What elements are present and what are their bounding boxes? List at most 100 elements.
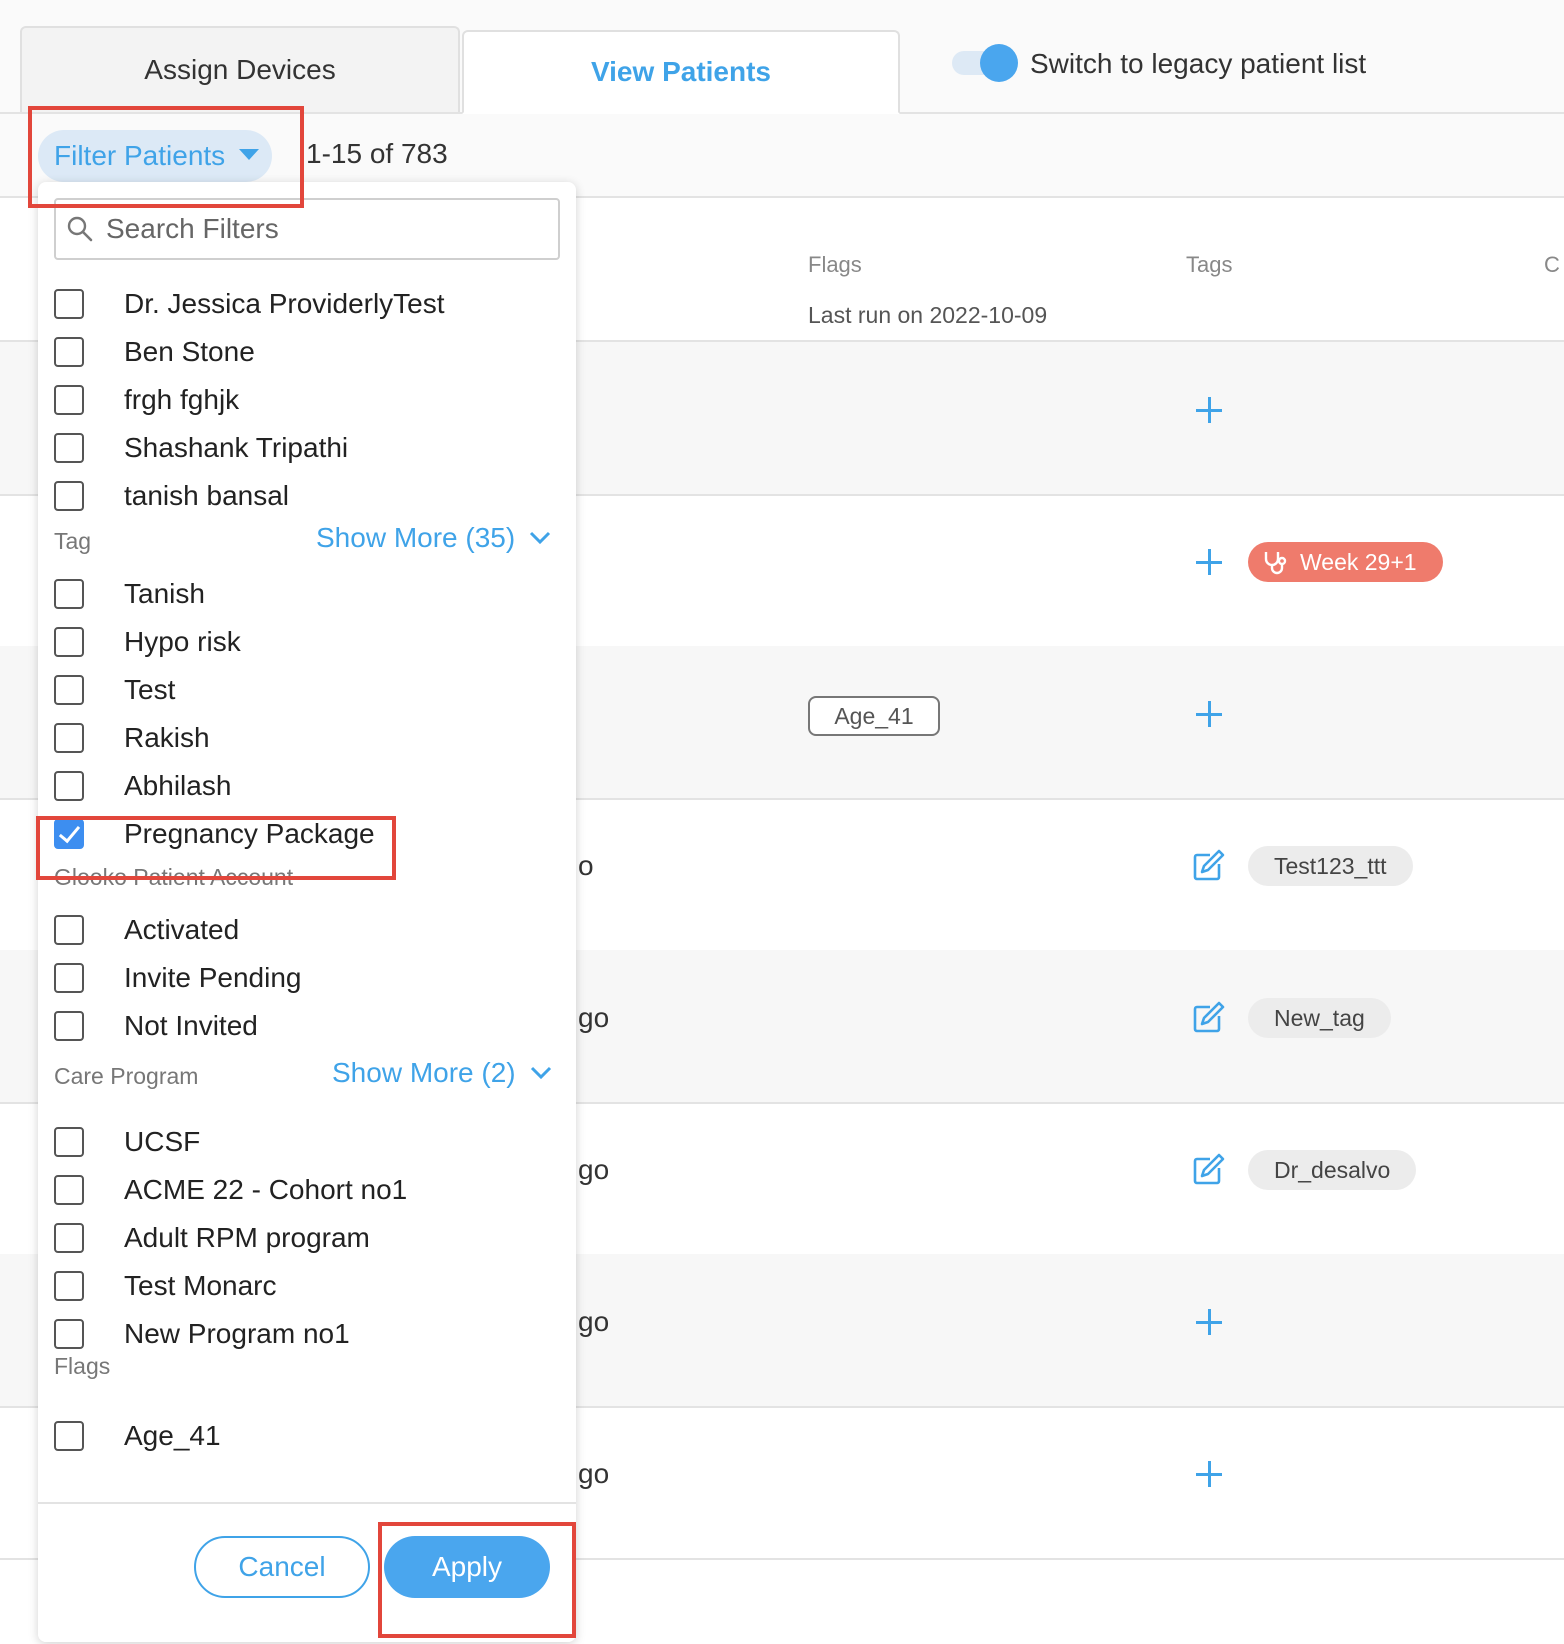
filter-option-label: Rakish [124,722,210,753]
add-tag-icon[interactable] [1196,1461,1222,1487]
chevron-down-icon [530,531,551,545]
checkbox[interactable] [54,627,84,657]
checkbox[interactable] [54,1223,84,1253]
last-sync-text: o [578,850,594,881]
checkbox[interactable] [54,579,84,609]
filter-option-label: New Program no1 [124,1318,350,1349]
checkbox[interactable] [54,963,84,993]
filter-option-label: Test Monarc [124,1270,277,1301]
checkbox[interactable] [54,675,84,705]
pregnancy-tag-chip[interactable]: Week 29+1 [1248,542,1443,582]
tag-show-more-label: Show More (35) [316,522,516,553]
filter-option[interactable]: Rakish [54,718,210,758]
legacy-toggle-label: Switch to legacy patient list [1030,48,1367,79]
checkbox[interactable] [54,1319,84,1349]
tag-label: Week 29+1 [1300,548,1417,575]
tag-label: Dr_desalvo [1274,1156,1391,1183]
filter-option[interactable]: Pregnancy Package [54,814,375,854]
last-sync-text: go [578,1002,610,1033]
filter-option[interactable]: Age_41 [54,1416,221,1456]
checkbox-checked[interactable] [54,819,84,849]
filter-option[interactable]: tanish bansal [54,476,289,516]
filter-option[interactable]: frgh fghjk [54,380,239,420]
pagination-count: 1-15 of 783 [306,138,448,169]
filter-option-label: Not Invited [124,1010,258,1041]
checkbox[interactable] [54,289,84,319]
search-filters-input[interactable] [104,212,528,246]
edit-tags-icon[interactable] [1192,1000,1226,1034]
filter-option-label: Dr. Jessica ProviderlyTest [124,288,445,319]
filter-option[interactable]: Dr. Jessica ProviderlyTest [54,284,445,324]
filter-option-label: tanish bansal [124,480,290,511]
add-tag-icon[interactable] [1196,701,1222,727]
checkbox[interactable] [54,481,84,511]
filter-option[interactable]: Not Invited [54,1006,258,1046]
column-header-more[interactable]: C [1544,252,1560,278]
tag-show-more[interactable]: Show More (35) [316,522,551,554]
checkbox[interactable] [54,337,84,367]
tag-section-title: Tag [54,528,92,554]
add-tag-icon[interactable] [1196,549,1222,575]
checkbox[interactable] [54,385,84,415]
filter-option-label: Abhilash [124,770,232,801]
flags-section-title: Flags [54,1353,111,1379]
care-program-show-more-label: Show More (2) [332,1057,516,1088]
legacy-list-toggle[interactable] [952,44,1020,82]
filter-option-label: Ben Stone [124,336,255,367]
filter-option[interactable]: Ben Stone [54,332,255,372]
search-icon [67,216,93,242]
add-tag-icon[interactable] [1196,1309,1222,1335]
add-tag-icon[interactable] [1196,397,1222,423]
filter-option-label: Pregnancy Package [124,818,375,849]
chevron-down-icon [530,1066,551,1080]
tag-chip[interactable]: Test123_ttt [1248,846,1413,886]
checkbox[interactable] [54,1421,84,1451]
filter-dropdown: Dr. Jessica ProviderlyTest Ben Stone frgh … [38,182,576,1642]
toggle-knob [980,44,1018,82]
checkbox[interactable] [54,915,84,945]
filter-option[interactable]: Activated [54,910,239,950]
tag-label: New_tag [1274,1004,1365,1031]
tab-assign-devices[interactable]: Assign Devices [20,26,460,112]
filter-option-label: Tanish [124,578,205,609]
last-sync-text: go [578,1458,610,1489]
filter-option[interactable]: New Program no1 [54,1314,350,1354]
filter-option[interactable]: Hypo risk [54,622,241,662]
filter-option[interactable]: ACME 22 - Cohort no1 [54,1170,407,1210]
search-filters-box[interactable] [54,198,560,260]
edit-tags-icon[interactable] [1192,848,1226,882]
filter-option[interactable]: Invite Pending [54,958,301,998]
filter-option-label: Hypo risk [124,626,241,657]
care-program-show-more[interactable]: Show More (2) [332,1057,552,1089]
tab-view-patients[interactable]: View Patients [462,30,900,114]
column-header-tags[interactable]: Tags [1186,252,1232,278]
checkbox[interactable] [54,1175,84,1205]
filter-option[interactable]: Abhilash [54,766,231,806]
filter-patients-label: Filter Patients [54,140,226,171]
checkbox[interactable] [54,1271,84,1301]
cancel-button[interactable]: Cancel [194,1536,370,1598]
filter-option[interactable]: Test [54,670,175,710]
checkbox[interactable] [54,1127,84,1157]
column-header-flags[interactable]: Flags [808,252,862,278]
checkbox[interactable] [54,433,84,463]
filter-option[interactable]: Adult RPM program [54,1218,370,1258]
filter-option[interactable]: Tanish [54,574,205,614]
tag-chip[interactable]: Dr_desalvo [1248,1150,1417,1190]
filter-option[interactable]: Shashank Tripathi [54,428,348,468]
edit-tags-icon[interactable] [1192,1152,1226,1186]
last-sync-text: go [578,1306,610,1337]
checkbox[interactable] [54,1011,84,1041]
tag-chip[interactable]: New_tag [1248,998,1391,1038]
filter-patients-button[interactable]: Filter Patients [38,130,272,182]
flags-last-run: Last run on 2022-10-09 [808,302,1048,328]
checkbox[interactable] [54,723,84,753]
filter-option[interactable]: Test Monarc [54,1266,277,1306]
filter-option-label: UCSF [124,1126,201,1157]
checkbox[interactable] [54,771,84,801]
filter-option[interactable]: UCSF [54,1122,200,1162]
filter-option-label: Adult RPM program [124,1222,370,1253]
filter-option-label: Invite Pending [124,962,302,993]
filter-option-label: Age_41 [124,1420,221,1451]
apply-button[interactable]: Apply [384,1536,550,1598]
